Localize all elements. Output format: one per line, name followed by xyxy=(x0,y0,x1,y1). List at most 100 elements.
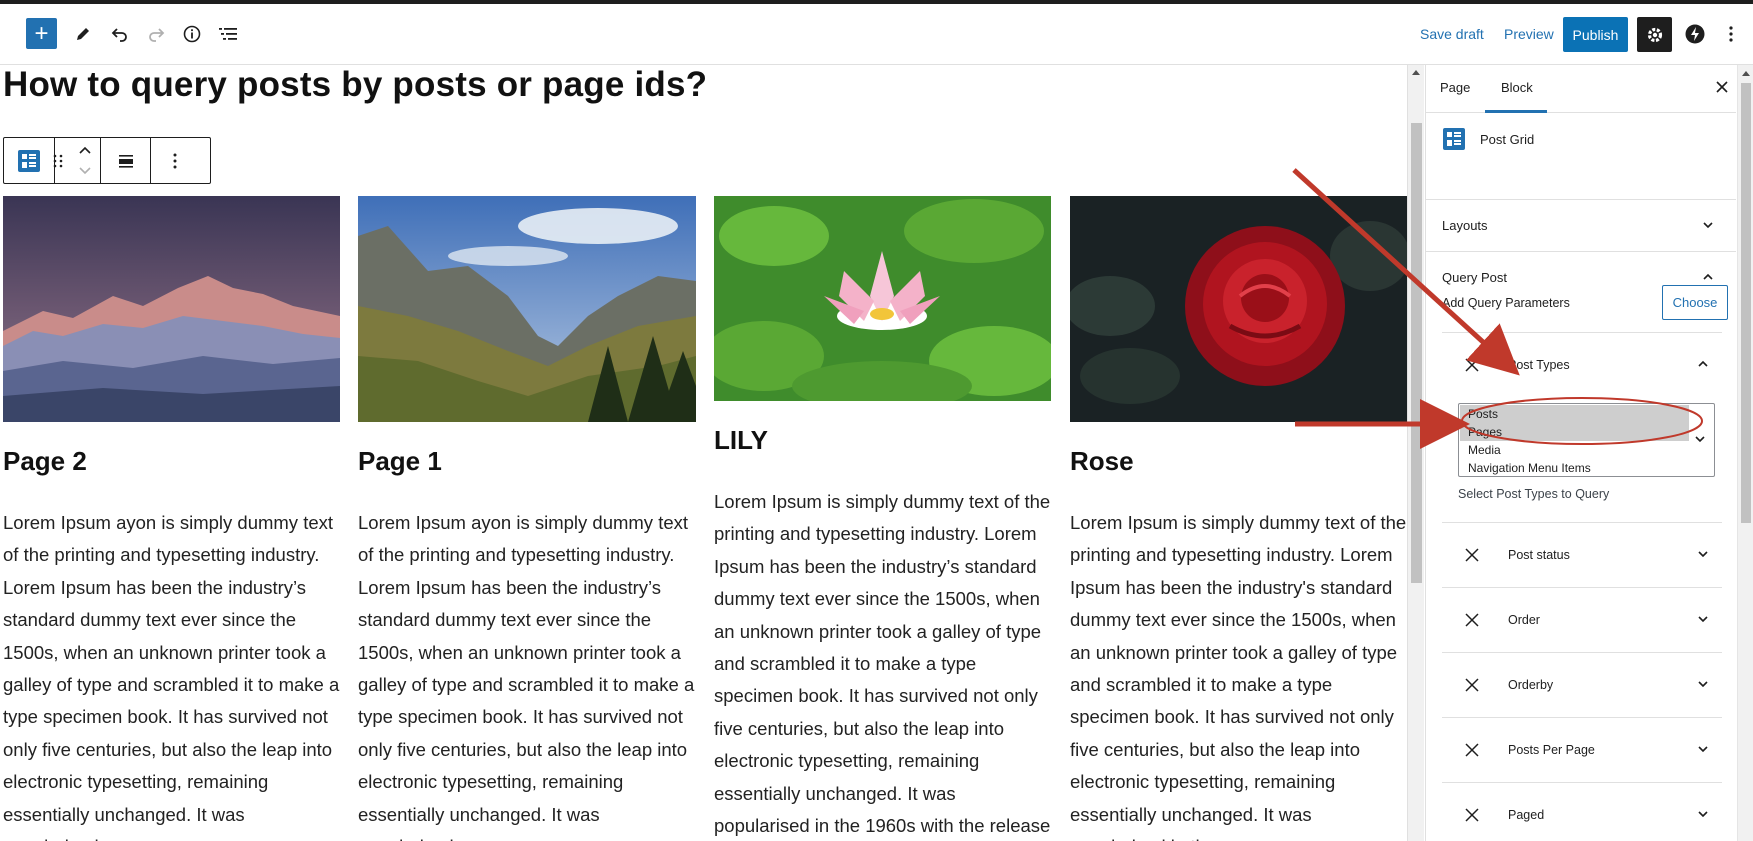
save-draft-button[interactable]: Save draft xyxy=(1420,26,1484,42)
remove-x-icon[interactable] xyxy=(1464,677,1480,693)
param-label: Order xyxy=(1508,613,1540,627)
param-paged[interactable]: Paged xyxy=(1442,783,1722,841)
param-label: Post status xyxy=(1508,548,1570,562)
more-vertical-icon xyxy=(173,153,176,168)
close-sidebar-button[interactable] xyxy=(1712,77,1732,97)
grid-block-icon xyxy=(1443,128,1465,150)
grid-block-icon xyxy=(18,149,40,172)
preview-button[interactable]: Preview xyxy=(1504,26,1554,42)
tools-button[interactable] xyxy=(69,20,97,48)
publish-button[interactable]: Publish xyxy=(1563,17,1628,52)
block-name: Post Grid xyxy=(1480,132,1535,147)
post-title[interactable]: Page 2 xyxy=(3,446,87,477)
pencil-icon xyxy=(77,28,89,40)
move-up-icon[interactable] xyxy=(78,145,92,155)
remove-x-icon[interactable] xyxy=(1464,612,1480,628)
block-type-button[interactable] xyxy=(4,138,55,183)
remove-x-icon[interactable] xyxy=(1464,742,1480,758)
param-post-status[interactable]: Post status xyxy=(1442,523,1722,587)
scroll-up-arrow[interactable] xyxy=(1412,70,1420,75)
param-orderby[interactable]: Orderby xyxy=(1442,653,1722,717)
param-label: Paged xyxy=(1508,808,1545,822)
align-button[interactable] xyxy=(101,138,151,183)
param-post-types[interactable]: Post Types xyxy=(1442,333,1722,397)
move-controls xyxy=(53,138,101,183)
chevron-down-icon xyxy=(1698,746,1708,753)
move-down-icon[interactable] xyxy=(78,166,92,176)
panel-label: Query Post xyxy=(1442,270,1508,285)
param-order[interactable]: Order xyxy=(1442,588,1722,652)
block-card: Post Grid xyxy=(1426,113,1736,200)
editor-canvas: How to query posts by posts or page ids?… xyxy=(0,65,1407,841)
redo-button[interactable] xyxy=(142,20,170,48)
chevron-up-icon xyxy=(1703,273,1713,280)
chevron-up-icon xyxy=(1698,360,1708,367)
post-title[interactable]: Rose xyxy=(1070,446,1134,477)
chevron-down-icon xyxy=(1703,222,1713,229)
post-image-rose xyxy=(1070,196,1407,422)
post-image-valley xyxy=(358,196,696,422)
remove-x-icon[interactable] xyxy=(1464,807,1480,823)
list-view-icon xyxy=(219,28,237,40)
chevron-down-icon xyxy=(1698,616,1708,623)
remove-x-icon[interactable] xyxy=(1464,547,1480,563)
sidebar-tabs: Page Block xyxy=(1426,65,1736,113)
param-posts-per-page[interactable]: Posts Per Page xyxy=(1442,718,1722,782)
block-options-button[interactable] xyxy=(151,138,198,183)
option-posts[interactable]: Posts xyxy=(1460,405,1689,423)
canvas-scrollbar[interactable] xyxy=(1407,65,1424,841)
tab-page[interactable]: Page xyxy=(1440,80,1470,95)
add-block-button[interactable]: + xyxy=(26,18,57,49)
undo-button[interactable] xyxy=(106,20,134,48)
jetpack-button[interactable] xyxy=(1681,20,1709,48)
post-types-help: Select Post Types to Query xyxy=(1458,487,1610,501)
details-button[interactable] xyxy=(178,20,206,48)
more-vertical-icon xyxy=(1729,26,1733,42)
remove-x-icon[interactable] xyxy=(1464,357,1480,373)
gear-icon xyxy=(1647,27,1662,42)
chevron-down-icon xyxy=(1698,811,1708,818)
panel-layouts[interactable]: Layouts xyxy=(1426,200,1736,252)
tab-block[interactable]: Block xyxy=(1501,80,1533,95)
info-icon xyxy=(183,25,201,43)
post-excerpt: Lorem Ipsum is simply dummy text of the … xyxy=(1070,512,1407,841)
editor-toolbar: + Save draft Preview Publish xyxy=(0,4,1753,65)
list-view-button[interactable] xyxy=(214,20,242,48)
plus-icon: + xyxy=(34,19,49,47)
option-media[interactable]: Media xyxy=(1460,441,1501,459)
drag-handle-icon[interactable] xyxy=(53,153,63,169)
settings-sidebar: Page Block Post Grid Layouts Query Post … xyxy=(1425,65,1736,841)
options-button[interactable] xyxy=(1722,20,1740,48)
post-title[interactable]: Page 1 xyxy=(358,446,442,477)
param-label: Orderby xyxy=(1508,678,1554,692)
post-excerpt: Lorem Ipsum is simply dummy text of the … xyxy=(714,491,1051,837)
option-pages[interactable]: Pages xyxy=(1460,423,1689,441)
settings-button[interactable] xyxy=(1637,17,1672,52)
panel-label: Layouts xyxy=(1442,218,1488,233)
chevron-down-icon xyxy=(1698,681,1708,688)
jetpack-icon xyxy=(1685,24,1705,44)
post-image-lily xyxy=(714,196,1051,401)
page-title[interactable]: How to query posts by posts or page ids? xyxy=(3,65,707,105)
param-label: Posts Per Page xyxy=(1508,743,1595,757)
post-image-mountains xyxy=(3,196,340,422)
post-excerpt: Lorem Ipsum ayon is simply dummy text of… xyxy=(358,512,695,841)
add-query-parameters-label: Add Query Parameters xyxy=(1442,296,1570,310)
choose-button[interactable]: Choose xyxy=(1662,285,1728,320)
scroll-up-arrow[interactable] xyxy=(1742,71,1750,76)
redo-icon xyxy=(149,28,165,42)
block-toolbar xyxy=(3,137,211,184)
scrollbar-thumb[interactable] xyxy=(1411,123,1422,583)
scrollbar-thumb[interactable] xyxy=(1741,83,1751,523)
option-navigation-menu-items[interactable]: Navigation Menu Items xyxy=(1460,459,1591,476)
align-icon xyxy=(118,154,133,168)
post-excerpt: Lorem Ipsum ayon is simply dummy text of… xyxy=(3,512,340,841)
sidebar-scrollbar[interactable] xyxy=(1737,65,1753,841)
post-types-select[interactable]: Posts Pages Media Navigation Menu Items xyxy=(1458,403,1715,477)
undo-icon xyxy=(111,28,127,42)
post-title[interactable]: LILY xyxy=(714,425,768,456)
close-icon xyxy=(1716,81,1728,93)
chevron-down-icon xyxy=(1695,436,1705,443)
chevron-down-icon xyxy=(1698,551,1708,558)
param-label: Post Types xyxy=(1508,358,1570,372)
